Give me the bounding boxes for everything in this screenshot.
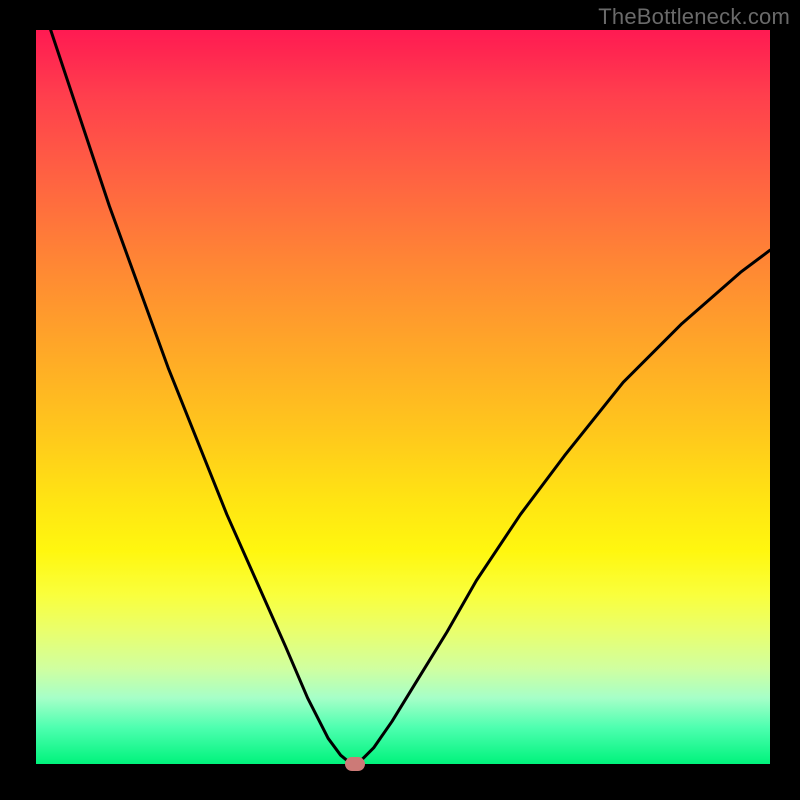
curve-layer (36, 30, 770, 764)
minimum-marker (345, 757, 365, 771)
watermark-text: TheBottleneck.com (598, 4, 790, 30)
chart-stage: TheBottleneck.com (0, 0, 800, 800)
bottleneck-curve (51, 30, 770, 764)
plot-area (36, 30, 770, 764)
